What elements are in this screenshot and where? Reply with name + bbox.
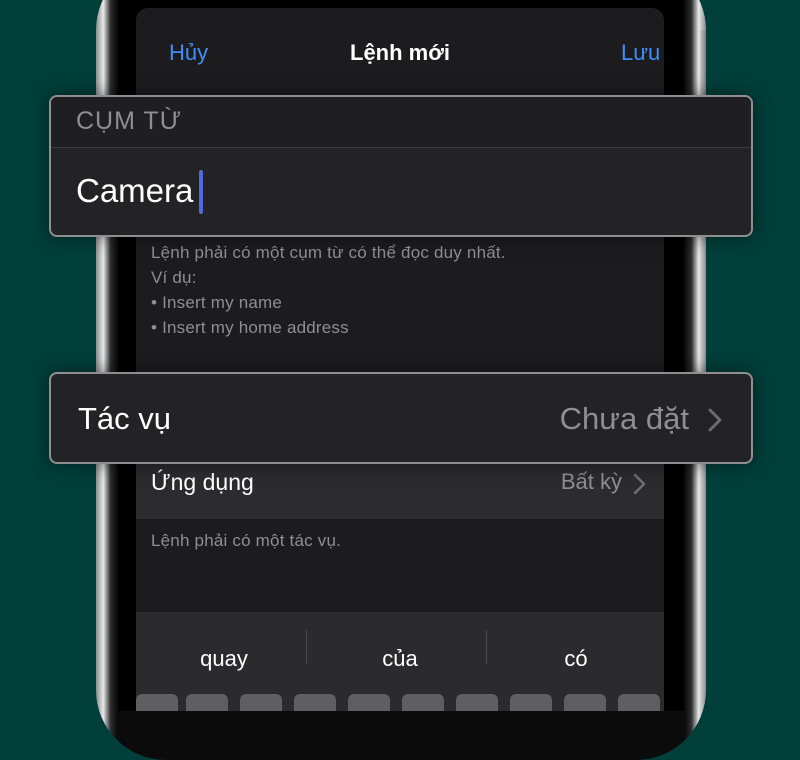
suggestion-2[interactable]: của xyxy=(312,646,488,672)
keyboard: quay của có xyxy=(136,612,664,711)
suggestion-divider xyxy=(486,630,487,664)
keyboard-key[interactable] xyxy=(294,694,336,711)
keyboard-key[interactable] xyxy=(186,694,228,711)
keyboard-key[interactable] xyxy=(618,694,660,711)
action-row-label: Tác vụ xyxy=(78,401,172,436)
save-button[interactable]: Lưu xyxy=(621,40,660,66)
app-row-label: Ứng dụng xyxy=(151,469,254,495)
phrase-input-value: Camera xyxy=(76,172,194,209)
page-title: Lệnh mới xyxy=(350,40,450,65)
phrase-callout: CỤM TỪ Camera xyxy=(49,95,753,237)
action-row-value: Chưa đặt xyxy=(559,401,689,436)
keyboard-key[interactable] xyxy=(456,694,498,711)
phrase-hint-line: • Insert my home address xyxy=(151,318,349,337)
suggestion-1[interactable]: quay xyxy=(136,646,312,672)
keyboard-key[interactable] xyxy=(240,694,282,711)
phrase-hint-line: Lệnh phải có một cụm từ có thể đọc duy n… xyxy=(151,243,506,262)
phrase-section-header: CỤM TỪ xyxy=(51,97,751,148)
app-row-value: Bất kỳ xyxy=(560,469,622,494)
action-footnote: Lệnh phải có một tác vụ. xyxy=(151,531,342,550)
phrase-header-label: CỤM TỪ xyxy=(76,107,183,135)
phrase-hint-line: Ví dụ: xyxy=(151,268,197,287)
suggestion-3[interactable]: có xyxy=(488,646,664,672)
text-cursor xyxy=(199,170,203,214)
chevron-right-icon xyxy=(633,473,646,495)
keyboard-key[interactable] xyxy=(564,694,606,711)
suggestion-divider xyxy=(306,630,307,664)
phrase-hint-line: • Insert my name xyxy=(151,293,283,312)
action-row[interactable]: Tác vụ Chưa đặt xyxy=(49,372,753,464)
keyboard-key[interactable] xyxy=(136,694,178,711)
keyboard-key[interactable] xyxy=(348,694,390,711)
keyboard-key[interactable] xyxy=(510,694,552,711)
phrase-input[interactable]: Camera xyxy=(51,148,751,234)
keyboard-key[interactable] xyxy=(402,694,444,711)
chevron-right-icon xyxy=(708,408,722,432)
phrase-hint: Lệnh phải có một cụm từ có thể đọc duy n… xyxy=(151,240,506,340)
